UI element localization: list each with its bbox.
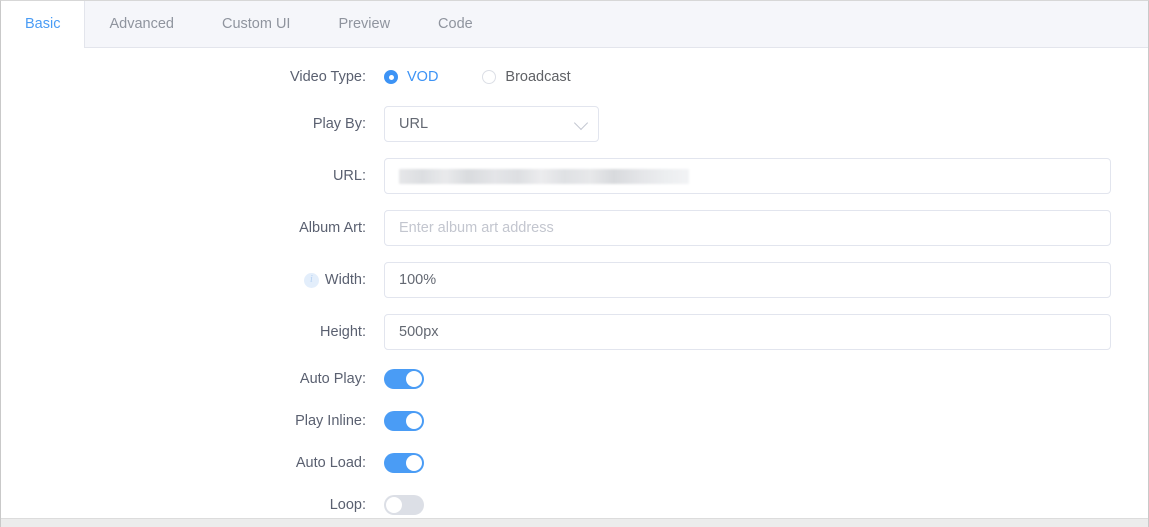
- album-art-placeholder: Enter album art address: [399, 220, 554, 236]
- width-input[interactable]: 100%: [384, 262, 1111, 298]
- play-by-field-cell: URL: [384, 106, 1148, 142]
- form-row-album-art: Album Art: Enter album art address: [1, 202, 1148, 254]
- tab-preview[interactable]: Preview: [314, 1, 414, 47]
- form-row-width: i Width: 100%: [1, 254, 1148, 306]
- play-by-select[interactable]: URL: [384, 106, 599, 142]
- tab-label: Code: [438, 16, 473, 32]
- auto-play-label-cell: Auto Play:: [1, 371, 384, 387]
- radio-vod[interactable]: VOD: [384, 69, 438, 85]
- form-row-play-by: Play By: URL: [1, 98, 1148, 150]
- loop-label-cell: Loop:: [1, 497, 384, 513]
- auto-load-label: Auto Load:: [296, 455, 366, 471]
- play-by-label-cell: Play By:: [1, 116, 384, 132]
- form-row-auto-play: Auto Play:: [1, 358, 1148, 400]
- loop-label: Loop:: [330, 497, 366, 513]
- tab-label: Advanced: [109, 16, 174, 32]
- video-type-label: Video Type:: [290, 69, 366, 85]
- tab-custom-ui[interactable]: Custom UI: [198, 1, 315, 47]
- tab-basic[interactable]: Basic: [1, 1, 85, 48]
- loop-field-cell: [384, 495, 1148, 515]
- redacted-value-overlay: [399, 169, 689, 184]
- toggle-knob: [406, 455, 422, 471]
- play-inline-label-cell: Play Inline:: [1, 413, 384, 429]
- auto-play-field-cell: [384, 369, 1148, 389]
- radio-broadcast-label: Broadcast: [505, 69, 570, 85]
- url-field-cell: [384, 158, 1148, 194]
- loop-toggle[interactable]: [384, 495, 424, 515]
- album-art-label-cell: Album Art:: [1, 220, 384, 236]
- form-row-height: Height: 500px: [1, 306, 1148, 358]
- form-row-auto-load: Auto Load:: [1, 442, 1148, 484]
- form-row-video-type: Video Type: VOD Broadcast: [1, 56, 1148, 98]
- width-field-cell: 100%: [384, 262, 1148, 298]
- video-type-label-cell: Video Type:: [1, 69, 384, 85]
- play-by-label: Play By:: [313, 116, 366, 132]
- tab-code[interactable]: Code: [414, 1, 497, 47]
- width-value: 100%: [399, 272, 436, 288]
- video-type-field-cell: VOD Broadcast: [384, 69, 1148, 85]
- tab-label: Basic: [25, 16, 60, 32]
- radio-selected-icon: [384, 70, 398, 84]
- settings-panel: Basic Advanced Custom UI Preview Code Vi…: [0, 0, 1149, 527]
- auto-play-toggle[interactable]: [384, 369, 424, 389]
- album-art-field-cell: Enter album art address: [384, 210, 1148, 246]
- radio-vod-label: VOD: [407, 69, 438, 85]
- height-input[interactable]: 500px: [384, 314, 1111, 350]
- video-type-radio-group: VOD Broadcast: [384, 69, 571, 85]
- chevron-down-icon: [574, 116, 588, 130]
- height-value: 500px: [399, 324, 439, 340]
- radio-broadcast[interactable]: Broadcast: [482, 69, 570, 85]
- height-label: Height:: [320, 324, 366, 340]
- info-icon[interactable]: i: [304, 273, 319, 288]
- auto-load-field-cell: [384, 453, 1148, 473]
- album-art-label: Album Art:: [299, 220, 366, 236]
- tab-panel-basic: Video Type: VOD Broadcast: [1, 48, 1148, 527]
- form-row-url: URL:: [1, 150, 1148, 202]
- toggle-knob: [386, 497, 402, 513]
- url-label-cell: URL:: [1, 168, 384, 184]
- radio-unselected-icon: [482, 70, 496, 84]
- play-inline-field-cell: [384, 411, 1148, 431]
- width-label-cell: i Width:: [1, 272, 384, 288]
- window-footer-bar: [1, 518, 1148, 527]
- width-label: Width:: [325, 272, 366, 288]
- auto-load-label-cell: Auto Load:: [1, 455, 384, 471]
- play-by-value: URL: [399, 116, 428, 132]
- play-inline-toggle[interactable]: [384, 411, 424, 431]
- tab-label: Custom UI: [222, 16, 291, 32]
- play-inline-label: Play Inline:: [295, 413, 366, 429]
- auto-play-label: Auto Play:: [300, 371, 366, 387]
- toggle-knob: [406, 371, 422, 387]
- album-art-input[interactable]: Enter album art address: [384, 210, 1111, 246]
- height-field-cell: 500px: [384, 314, 1148, 350]
- auto-load-toggle[interactable]: [384, 453, 424, 473]
- url-label: URL:: [333, 168, 366, 184]
- tab-bar: Basic Advanced Custom UI Preview Code: [1, 1, 1148, 48]
- height-label-cell: Height:: [1, 324, 384, 340]
- tab-advanced[interactable]: Advanced: [85, 1, 198, 47]
- url-input[interactable]: [384, 158, 1111, 194]
- settings-form: Video Type: VOD Broadcast: [1, 48, 1148, 526]
- toggle-knob: [406, 413, 422, 429]
- form-row-play-inline: Play Inline:: [1, 400, 1148, 442]
- tab-label: Preview: [338, 16, 390, 32]
